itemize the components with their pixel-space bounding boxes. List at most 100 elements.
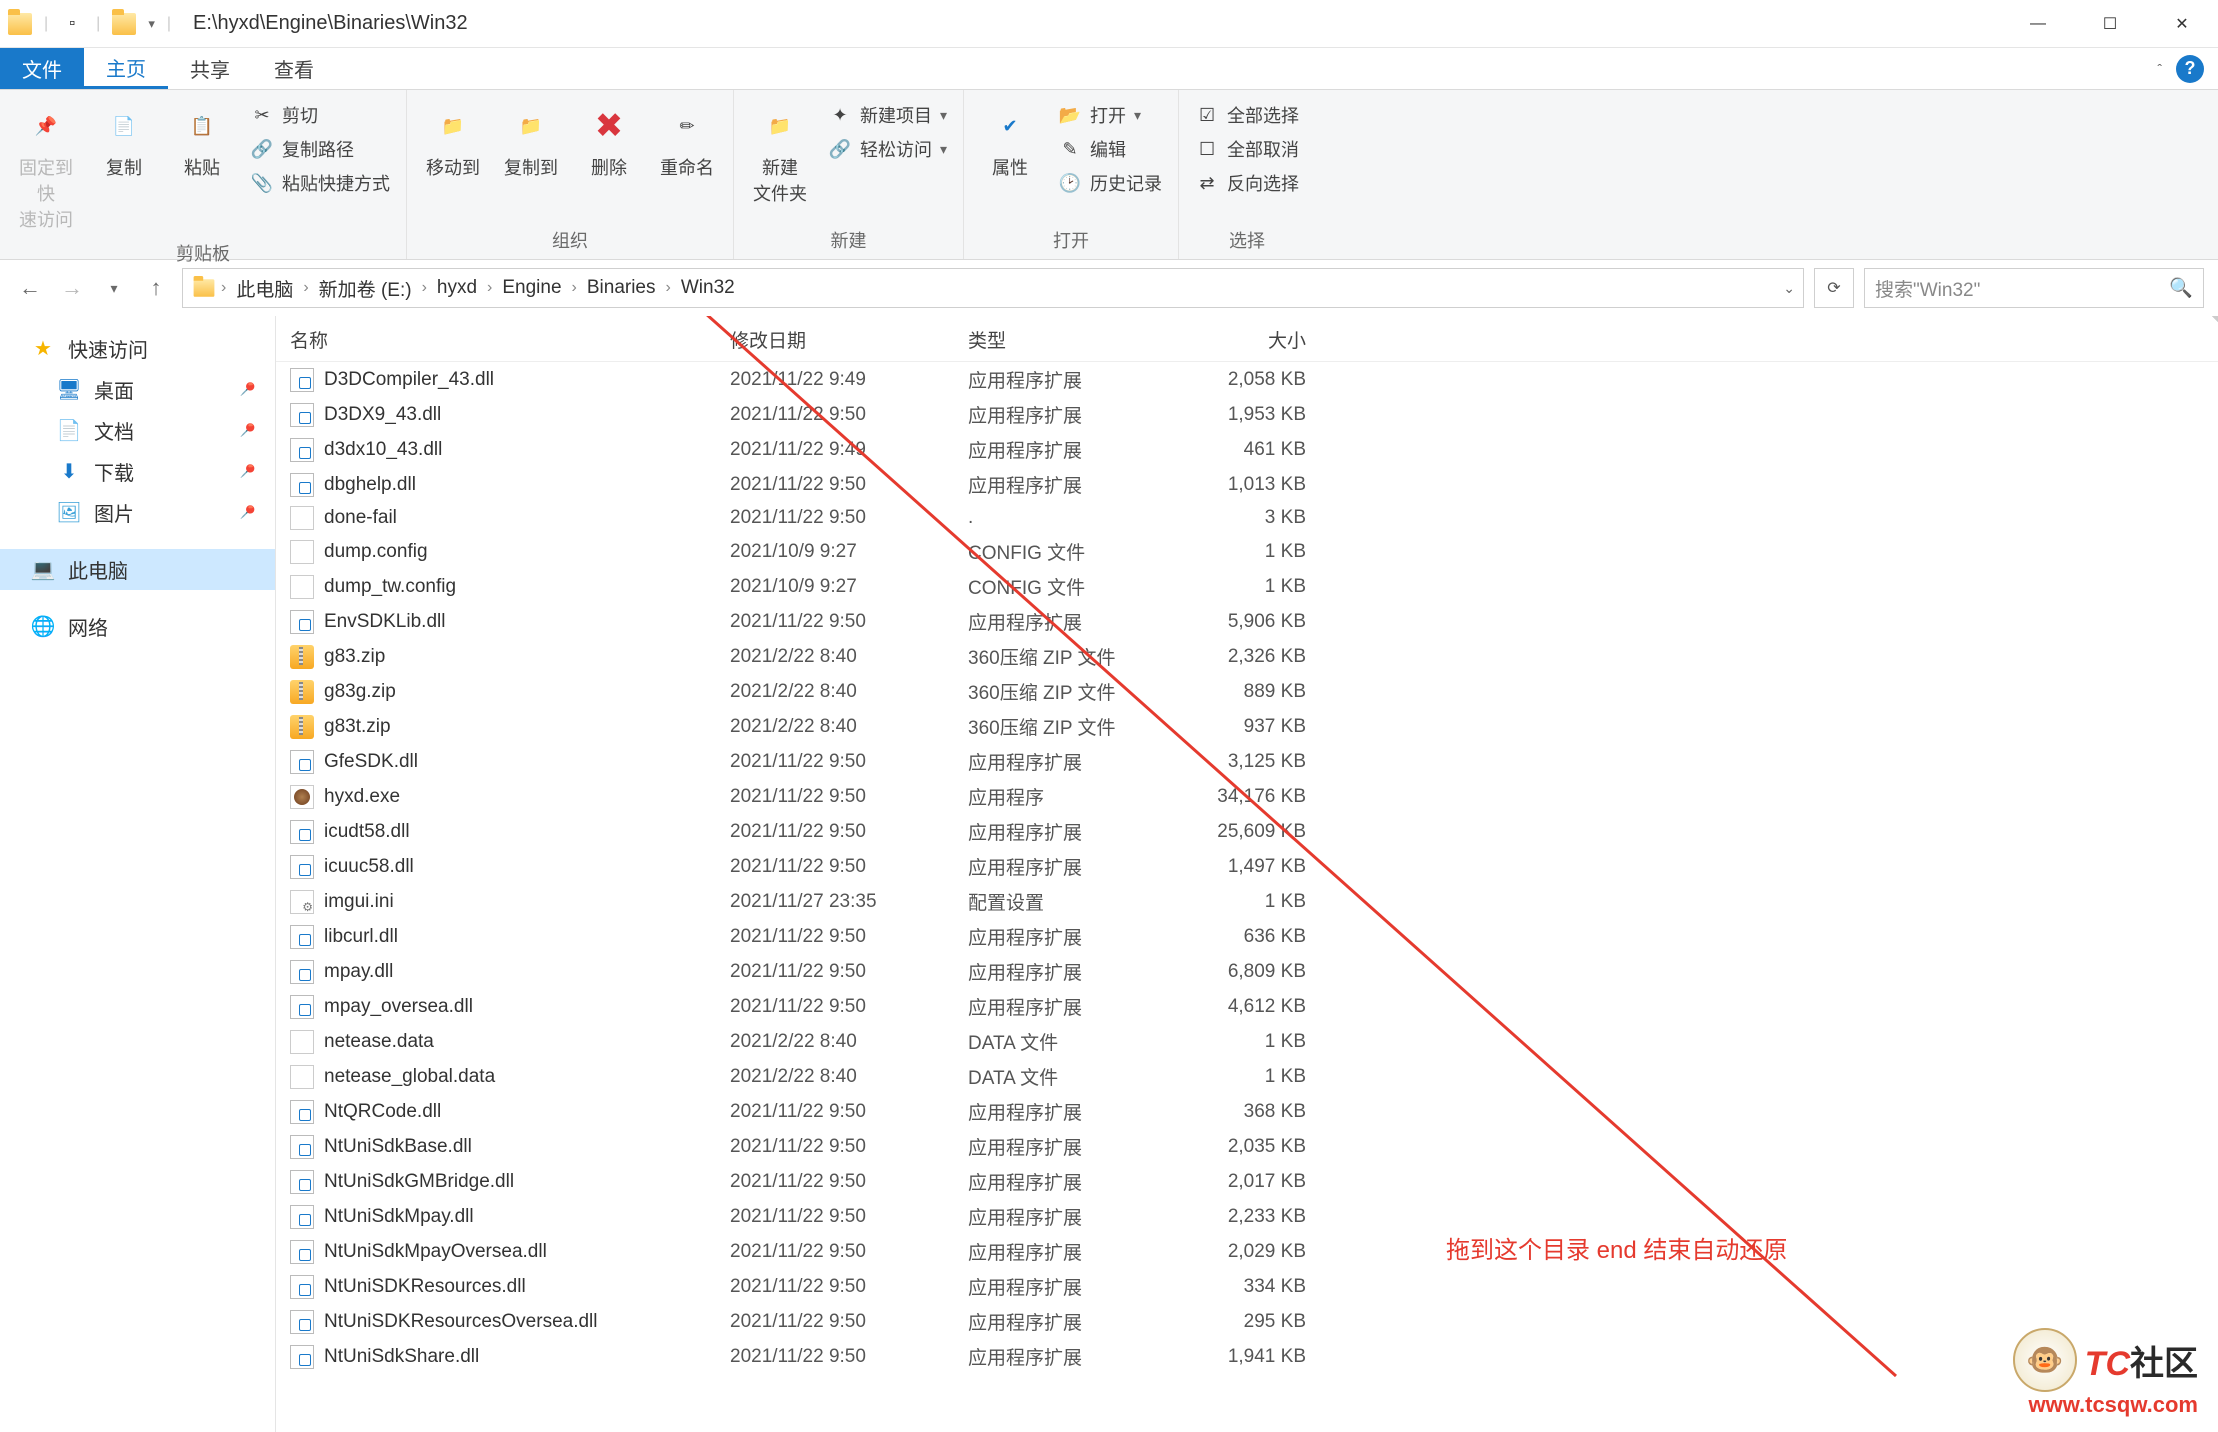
sidebar-pictures[interactable]: 🖼图片📍 <box>0 492 275 533</box>
file-type: 应用程序扩展 <box>968 366 1172 393</box>
nav-back-button[interactable]: ← <box>14 272 46 304</box>
table-row[interactable]: icuuc58.dll2021/11/22 9:50应用程序扩展1,497 KB <box>276 849 2218 884</box>
column-headers[interactable]: 名称 修改日期 类型 大小 <box>276 316 2218 362</box>
tab-file[interactable]: 文件 <box>0 48 84 89</box>
table-row[interactable]: NtUniSDKResourcesOversea.dll2021/11/22 9… <box>276 1304 2218 1339</box>
new-folder-button[interactable]: 📁新建 文件夹 <box>744 98 816 223</box>
delete-button[interactable]: ✖删除 <box>573 98 645 223</box>
refresh-button[interactable]: ⟳ <box>1814 268 1854 308</box>
col-size[interactable]: 大小 <box>1172 326 1306 353</box>
file-size: 937 KB <box>1172 716 1306 738</box>
paste-shortcut-button[interactable]: 📎粘贴快捷方式 <box>244 168 396 198</box>
qat-dropdown[interactable]: ▾ <box>148 16 155 32</box>
file-icon <box>290 438 314 462</box>
copy-path-button[interactable]: 🔗复制路径 <box>244 134 396 164</box>
col-name[interactable]: 名称 <box>290 326 730 353</box>
maximize-button[interactable]: ☐ <box>2074 0 2146 48</box>
address-folder-icon <box>194 279 215 297</box>
table-row[interactable]: NtUniSDKResources.dll2021/11/22 9:50应用程序… <box>276 1269 2218 1304</box>
sidebar-downloads[interactable]: ⬇下载📍 <box>0 451 275 492</box>
file-date: 2021/10/9 9:27 <box>730 541 968 563</box>
sidebar-desktop[interactable]: 🖥桌面📍 <box>0 369 275 410</box>
tab-home[interactable]: 主页 <box>84 48 168 89</box>
sidebar-this-pc[interactable]: 💻此电脑 <box>0 549 275 590</box>
open-button[interactable]: 📂打开▾ <box>1052 100 1168 130</box>
edit-button[interactable]: ✎编辑 <box>1052 134 1168 164</box>
select-all-button[interactable]: ☑全部选择 <box>1189 100 1305 130</box>
table-row[interactable]: NtUniSdkMpayOversea.dll2021/11/22 9:50应用… <box>276 1234 2218 1269</box>
search-input[interactable]: 搜索"Win32" 🔍 <box>1864 268 2204 308</box>
crumb-engine[interactable]: Engine <box>496 277 567 299</box>
crumb-win32[interactable]: Win32 <box>675 277 741 299</box>
file-name: netease.data <box>324 1031 434 1053</box>
crumb-drive[interactable]: 新加卷 (E:) <box>313 275 418 302</box>
nav-forward-button[interactable]: → <box>56 272 88 304</box>
invert-selection-button[interactable]: ⇄反向选择 <box>1189 168 1305 198</box>
table-row[interactable]: libcurl.dll2021/11/22 9:50应用程序扩展636 KB <box>276 919 2218 954</box>
rename-button[interactable]: ✏重命名 <box>651 98 723 223</box>
tab-view[interactable]: 查看 <box>252 48 336 89</box>
table-row[interactable]: dump_tw.config2021/10/9 9:27CONFIG 文件1 K… <box>276 569 2218 604</box>
table-row[interactable]: mpay_oversea.dll2021/11/22 9:50应用程序扩展4,6… <box>276 989 2218 1024</box>
crumb-hyxd[interactable]: hyxd <box>431 277 483 299</box>
properties-button[interactable]: ✔属性 <box>974 98 1046 223</box>
history-button[interactable]: 🕑历史记录 <box>1052 168 1168 198</box>
table-row[interactable]: dbghelp.dll2021/11/22 9:50应用程序扩展1,013 KB <box>276 467 2218 502</box>
table-row[interactable]: EnvSDKLib.dll2021/11/22 9:50应用程序扩展5,906 … <box>276 604 2218 639</box>
table-row[interactable]: NtQRCode.dll2021/11/22 9:50应用程序扩展368 KB <box>276 1094 2218 1129</box>
pin-to-quick-button[interactable]: 📌 固定到快 速访问 <box>10 98 82 236</box>
address-bar[interactable]: › 此电脑› 新加卷 (E:)› hyxd› Engine› Binaries›… <box>182 268 1804 308</box>
minimize-button[interactable]: — <box>2002 0 2074 48</box>
system-menu-icon[interactable] <box>8 12 32 36</box>
table-row[interactable]: done-fail2021/11/22 9:50.3 KB <box>276 502 2218 534</box>
table-row[interactable]: netease_global.data2021/2/22 8:40DATA 文件… <box>276 1059 2218 1094</box>
file-icon <box>290 1030 314 1054</box>
close-button[interactable]: ✕ <box>2146 0 2218 48</box>
select-none-button[interactable]: ☐全部取消 <box>1189 134 1305 164</box>
table-row[interactable]: icudt58.dll2021/11/22 9:50应用程序扩展25,609 K… <box>276 814 2218 849</box>
crumb-this-pc[interactable]: 此电脑 <box>230 275 299 302</box>
copy-to-button[interactable]: 📁复制到 <box>495 98 567 223</box>
cut-button[interactable]: ✂剪切 <box>244 100 396 130</box>
easy-access-button[interactable]: 🔗轻松访问▾ <box>822 134 953 164</box>
table-row[interactable]: dump.config2021/10/9 9:27CONFIG 文件1 KB <box>276 534 2218 569</box>
file-date: 2021/11/22 9:50 <box>730 856 968 878</box>
table-row[interactable]: imgui.ini2021/11/27 23:35配置设置1 KB <box>276 884 2218 919</box>
table-row[interactable]: g83.zip2021/2/22 8:40360压缩 ZIP 文件2,326 K… <box>276 639 2218 674</box>
sidebar-documents[interactable]: 📄文档📍 <box>0 410 275 451</box>
crumb-binaries[interactable]: Binaries <box>581 277 662 299</box>
ribbon-collapse-icon[interactable]: ˆ <box>2157 61 2162 77</box>
copy-button[interactable]: 📄 复制 <box>88 98 160 236</box>
address-dropdown-icon[interactable]: ⌄ <box>1783 280 1795 297</box>
sidebar-quick-access[interactable]: ★快速访问 <box>0 328 275 369</box>
new-item-button[interactable]: ✦新建项目▾ <box>822 100 953 130</box>
table-row[interactable]: NtUniSdkBase.dll2021/11/22 9:50应用程序扩展2,0… <box>276 1129 2218 1164</box>
nav-recent-button[interactable]: ▾ <box>98 272 130 304</box>
table-row[interactable]: D3DX9_43.dll2021/11/22 9:50应用程序扩展1,953 K… <box>276 397 2218 432</box>
table-row[interactable]: NtUniSdkShare.dll2021/11/22 9:50应用程序扩展1,… <box>276 1339 2218 1374</box>
tab-share[interactable]: 共享 <box>168 48 252 89</box>
qat-folder-icon[interactable] <box>112 12 136 36</box>
table-row[interactable]: netease.data2021/2/22 8:40DATA 文件1 KB <box>276 1024 2218 1059</box>
table-row[interactable]: mpay.dll2021/11/22 9:50应用程序扩展6,809 KB <box>276 954 2218 989</box>
col-type[interactable]: 类型 <box>968 326 1172 353</box>
table-row[interactable]: NtUniSdkGMBridge.dll2021/11/22 9:50应用程序扩… <box>276 1164 2218 1199</box>
file-date: 2021/11/22 9:50 <box>730 751 968 773</box>
table-row[interactable]: g83g.zip2021/2/22 8:40360压缩 ZIP 文件889 KB <box>276 674 2218 709</box>
help-icon[interactable]: ? <box>2176 55 2204 83</box>
table-row[interactable]: d3dx10_43.dll2021/11/22 9:49应用程序扩展461 KB <box>276 432 2218 467</box>
window-title: E:\hyxd\Engine\Binaries\Win32 <box>193 12 468 35</box>
nav-up-button[interactable]: ↑ <box>140 272 172 304</box>
table-row[interactable]: g83t.zip2021/2/22 8:40360压缩 ZIP 文件937 KB <box>276 709 2218 744</box>
table-row[interactable]: NtUniSdkMpay.dll2021/11/22 9:50应用程序扩展2,2… <box>276 1199 2218 1234</box>
col-date[interactable]: 修改日期 <box>730 326 968 353</box>
table-row[interactable]: D3DCompiler_43.dll2021/11/22 9:49应用程序扩展2… <box>276 362 2218 397</box>
table-row[interactable]: hyxd.exe2021/11/22 9:50应用程序34,176 KB <box>276 779 2218 814</box>
sidebar: ★快速访问 🖥桌面📍 📄文档📍 ⬇下载📍 🖼图片📍 💻此电脑 🌐网络 <box>0 316 276 1432</box>
qat-properties-icon[interactable]: ▫ <box>60 12 84 36</box>
table-row[interactable]: GfeSDK.dll2021/11/22 9:50应用程序扩展3,125 KB <box>276 744 2218 779</box>
paste-button[interactable]: 📋 粘贴 <box>166 98 238 236</box>
sidebar-network[interactable]: 🌐网络 <box>0 606 275 647</box>
file-type: CONFIG 文件 <box>968 538 1172 565</box>
move-to-button[interactable]: 📁移动到 <box>417 98 489 223</box>
